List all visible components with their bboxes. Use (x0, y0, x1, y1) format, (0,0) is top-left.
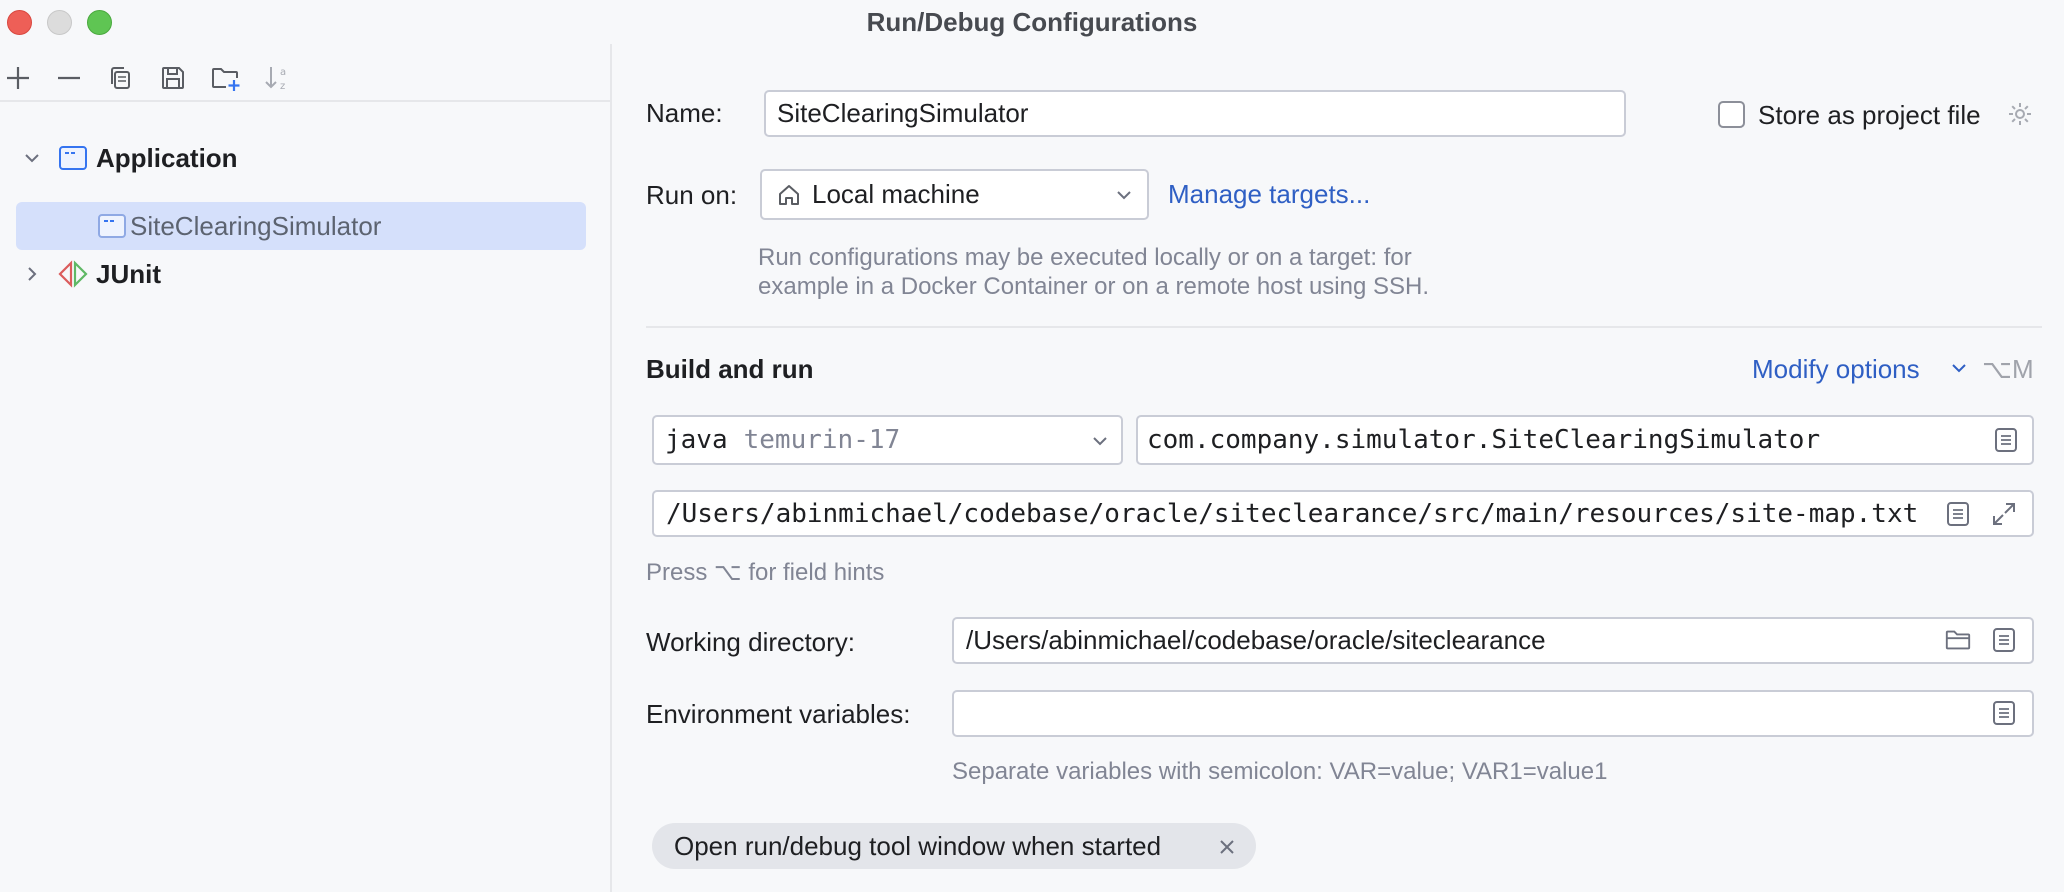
tree-group-application[interactable]: Application (16, 134, 586, 182)
copy-icon[interactable] (101, 58, 141, 98)
svg-text:a: a (280, 67, 286, 78)
name-input-value: SiteClearingSimulator (777, 98, 1029, 128)
field-hints-text: Press ⌥ for field hints (646, 559, 885, 586)
tree-item-siteclearingsimulator[interactable]: SiteClearingSimulator (16, 202, 586, 250)
folder-icon[interactable] (1944, 626, 1972, 654)
manage-targets-link[interactable]: Manage targets... (1168, 179, 1370, 210)
environment-variables-input[interactable] (952, 690, 2034, 737)
store-as-project-file-checkbox[interactable] (1718, 101, 1745, 128)
junit-icon (57, 260, 89, 288)
tree-item-label: SiteClearingSimulator (130, 210, 382, 241)
section-divider (646, 326, 2042, 328)
gear-icon[interactable] (2006, 100, 2034, 128)
application-config-icon (59, 146, 87, 170)
application-config-icon (98, 214, 126, 238)
main-class-value: com.company.simulator.SiteClearingSimula… (1147, 425, 1821, 455)
tree-group-junit[interactable]: JUnit (16, 250, 586, 298)
toolbar-divider (0, 100, 610, 102)
program-arguments-value: /Users/abinmichael/codebase/oracle/sitec… (666, 498, 1919, 529)
environment-variables-label: Environment variables: (646, 699, 911, 729)
configurations-tree-panel: az Application SiteClearingSimulator JUn… (0, 44, 612, 892)
close-icon[interactable] (1218, 838, 1236, 856)
run-on-value: Local machine (812, 179, 980, 209)
working-directory-label: Working directory: (646, 627, 856, 657)
sort-icon[interactable]: az (258, 58, 298, 98)
name-label: Name: (646, 98, 723, 128)
title-bar: Run/Debug Configurations (0, 0, 2064, 44)
run-on-dropdown[interactable]: Local machine (760, 169, 1149, 220)
new-folder-icon[interactable] (206, 58, 246, 98)
chevron-down-icon (1093, 437, 1107, 446)
home-icon (779, 184, 799, 205)
remove-icon[interactable] (49, 58, 89, 98)
run-on-label: Run on: (646, 180, 738, 210)
run-on-hint-line1: Run configurations may be executed local… (758, 244, 1412, 271)
browse-class-icon[interactable] (1992, 426, 2020, 454)
build-and-run-title: Build and run (646, 354, 814, 384)
expand-icon[interactable] (1990, 500, 2018, 528)
tree-group-label: JUnit (96, 258, 161, 289)
chevron-right-icon[interactable] (20, 262, 44, 286)
open-tool-window-option-label: Open run/debug tool window when started (674, 830, 1162, 861)
svg-text:z: z (280, 81, 285, 92)
run-on-hint-line2: example in a Docker Container or on a re… (758, 273, 1430, 300)
jdk-version: temurin-17 (743, 425, 901, 455)
environment-variables-hint: Separate variables with semicolon: VAR=v… (952, 758, 1608, 785)
save-icon[interactable] (153, 58, 193, 98)
jdk-dropdown[interactable]: java temurin-17 (652, 415, 1123, 465)
jdk-prefix: java (665, 425, 728, 455)
open-tool-window-option-chip: Open run/debug tool window when started (652, 823, 1256, 869)
program-arguments-input[interactable]: /Users/abinmichael/codebase/oracle/sitec… (652, 490, 2034, 537)
chevron-down-icon[interactable] (20, 146, 44, 170)
store-as-project-file-label: Store as project file (1758, 100, 1981, 130)
chevron-down-icon (1952, 364, 1966, 373)
chevron-down-icon (1117, 191, 1131, 200)
modify-options-link[interactable]: Modify options (1752, 354, 1920, 385)
working-directory-macros-icon[interactable] (1990, 626, 2018, 654)
name-input[interactable]: SiteClearingSimulator (764, 90, 1626, 137)
tree-group-label: Application (96, 142, 238, 173)
main-class-input[interactable]: com.company.simulator.SiteClearingSimula… (1136, 415, 2034, 465)
program-arguments-editor-icon[interactable] (1944, 500, 1972, 528)
modify-options-shortcut: ⌥M (1982, 354, 2034, 384)
working-directory-value: /Users/abinmichael/codebase/oracle/sitec… (966, 625, 1546, 655)
window-title: Run/Debug Configurations (866, 7, 1198, 37)
working-directory-input[interactable]: /Users/abinmichael/codebase/oracle/sitec… (952, 617, 2034, 664)
tree-toolbar: az (0, 58, 610, 102)
environment-variables-editor-icon[interactable] (1990, 699, 2018, 727)
add-icon[interactable] (0, 58, 38, 98)
